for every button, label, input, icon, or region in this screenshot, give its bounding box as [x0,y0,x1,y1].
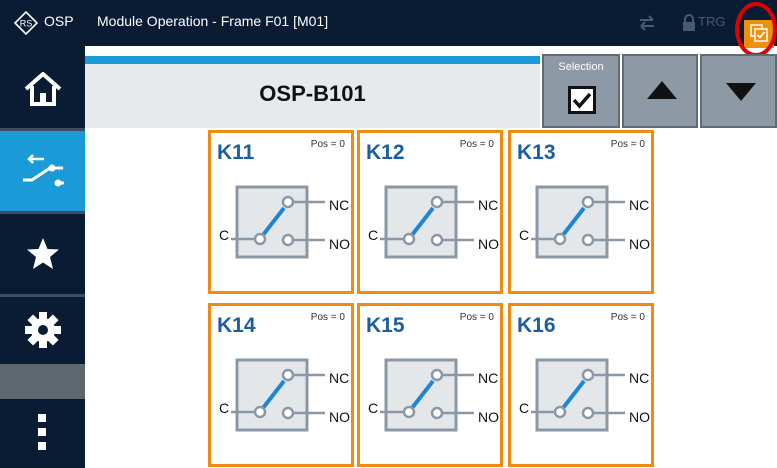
terminal-no-label: NO [478,236,499,252]
relay-card[interactable]: K15 Pos = 0 C NC NO [357,303,503,467]
terminal-no-label: NO [629,236,650,252]
relay-card[interactable]: K12 Pos = 0 C NC NO [357,130,503,294]
sidebar-item-switch[interactable] [0,131,85,211]
selection-button[interactable]: Selection [542,54,620,128]
relay-position: Pos = 0 [459,139,494,150]
terminal-no-label: NO [629,409,650,425]
sidebar-item-settings[interactable] [0,297,85,364]
more-vertical-icon [38,414,46,450]
relay-card[interactable]: K16 Pos = 0 C NC NO [508,303,654,467]
terminal-nc-label: NC [329,370,350,386]
terminal-c-label: C [219,227,230,243]
relay-card[interactable]: K13 Pos = 0 C NC NO [508,130,654,294]
lock-icon [683,14,695,31]
relay-name: K14 [217,314,256,337]
window-title: Module Operation - Frame F01 [M01] [97,13,329,29]
trigger-arrows-icon [640,15,654,31]
relay-position: Pos = 0 [459,312,494,323]
relay-name: K13 [517,141,556,164]
svg-text:RS: RS [20,19,33,29]
selection-label: Selection [558,61,604,73]
home-icon [24,72,62,106]
scroll-down-button[interactable] [700,54,777,128]
module-header-strip [85,56,540,64]
terminal-nc-label: NC [478,370,499,386]
relay-name: K11 [217,141,255,164]
relay-position: Pos = 0 [610,139,645,150]
module-operation-window: RS OSP Module Operation - Frame F01 [M01… [0,0,777,468]
rs-logo-icon: RS [14,11,38,35]
sidebar-spacer [0,364,85,399]
terminal-c-label: C [219,400,230,416]
relay-name: K12 [366,141,405,164]
sidebar-item-more[interactable] [0,399,85,468]
terminal-no-label: NO [329,236,350,252]
gear-icon [25,312,61,348]
triangle-up-icon [647,81,677,99]
relay-card[interactable]: K14 Pos = 0 C NC NO [208,303,354,467]
copy-checkbox-icon [750,24,768,42]
terminal-nc-label: NC [329,197,350,213]
relay-name: K16 [517,314,556,337]
checkbox-checked-icon [568,86,596,114]
terminal-nc-label: NC [629,370,650,386]
copy-checkbox-button[interactable] [744,20,774,48]
terminal-nc-label: NC [629,197,650,213]
relay-position: Pos = 0 [610,312,645,323]
relay-position: Pos = 0 [310,139,345,150]
sidebar [0,46,85,468]
relay-card[interactable]: K11 Pos = 0 C NC NO [208,130,354,294]
terminal-no-label: NO [329,409,350,425]
scroll-up-button[interactable] [622,54,698,128]
star-icon [27,238,59,269]
terminal-c-label: C [519,400,530,416]
app-name: OSP [44,13,74,29]
module-name: OSP-B101 [259,81,366,106]
terminal-c-label: C [519,227,530,243]
triangle-down-icon [726,83,756,101]
title-bar: RS OSP Module Operation - Frame F01 [M01… [0,0,777,57]
relay-position: Pos = 0 [310,312,345,323]
sidebar-item-home[interactable] [0,46,85,128]
terminal-c-label: C [368,400,379,416]
terminal-no-label: NO [478,409,499,425]
terminal-c-label: C [368,227,379,243]
sidebar-item-favorites[interactable] [0,214,85,294]
trigger-label: TRG [698,14,726,29]
switch-icon [23,154,64,187]
relay-name: K15 [366,314,405,337]
terminal-nc-label: NC [478,197,499,213]
